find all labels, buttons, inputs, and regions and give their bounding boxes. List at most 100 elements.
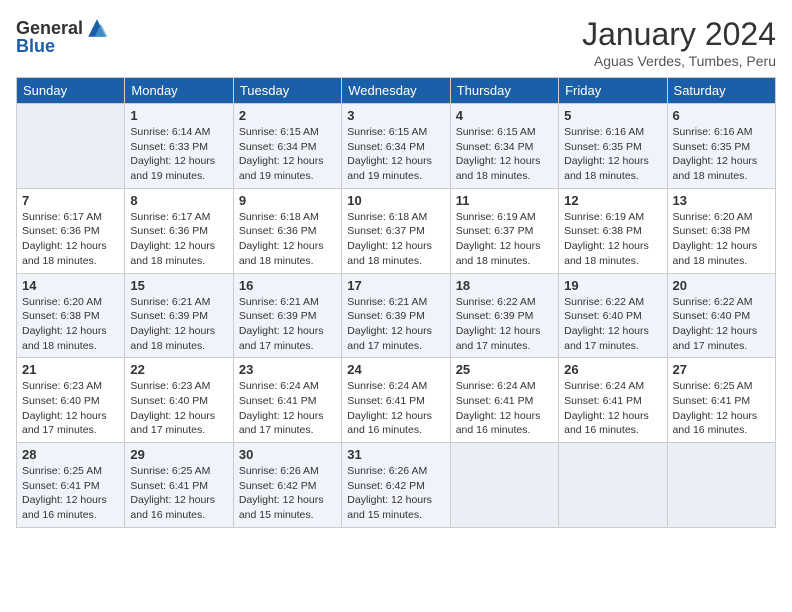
calendar-cell: 30Sunrise: 6:26 AM Sunset: 6:42 PM Dayli…	[233, 443, 341, 528]
weekday-header-friday: Friday	[559, 78, 667, 104]
day-info: Sunrise: 6:22 AM Sunset: 6:40 PM Dayligh…	[673, 295, 770, 354]
day-info: Sunrise: 6:25 AM Sunset: 6:41 PM Dayligh…	[673, 379, 770, 438]
day-info: Sunrise: 6:25 AM Sunset: 6:41 PM Dayligh…	[22, 464, 119, 523]
logo-blue-text: Blue	[16, 36, 55, 57]
day-info: Sunrise: 6:22 AM Sunset: 6:40 PM Dayligh…	[564, 295, 661, 354]
day-number: 24	[347, 362, 444, 377]
day-info: Sunrise: 6:26 AM Sunset: 6:42 PM Dayligh…	[239, 464, 336, 523]
calendar-cell	[559, 443, 667, 528]
day-number: 18	[456, 278, 553, 293]
calendar-cell: 22 Sunrise: 6:23 AM Sunset: 6:40 PM Dayli…	[125, 358, 233, 443]
day-number: 16	[239, 278, 336, 293]
day-info: Sunrise: 6:24 AM Sunset: 6:41 PM Dayligh…	[239, 379, 336, 438]
calendar-cell: 1 Sunrise: 6:14 AM Sunset: 6:33 PM Daylig…	[125, 104, 233, 189]
calendar-week-row: 28 Sunrise: 6:25 AM Sunset: 6:41 PM Dayli…	[17, 443, 776, 528]
calendar-cell: 27 Sunrise: 6:25 AM Sunset: 6:41 PM Dayli…	[667, 358, 775, 443]
day-number: 1	[130, 108, 227, 123]
calendar-cell: 4 Sunrise: 6:15 AM Sunset: 6:34 PM Daylig…	[450, 104, 558, 189]
calendar-cell: 8Sunrise: 6:17 AM Sunset: 6:36 PM Daylig…	[125, 188, 233, 273]
calendar-cell: 2 Sunrise: 6:15 AM Sunset: 6:34 PM Daylig…	[233, 104, 341, 189]
weekday-header-saturday: Saturday	[667, 78, 775, 104]
day-number: 26	[564, 362, 661, 377]
calendar-cell: 17Sunrise: 6:21 AM Sunset: 6:39 PM Dayli…	[342, 273, 450, 358]
day-number: 28	[22, 447, 119, 462]
day-info: Sunrise: 6:17 AM Sunset: 6:36 PM Dayligh…	[130, 210, 227, 269]
calendar-week-row: 1 Sunrise: 6:14 AM Sunset: 6:33 PM Daylig…	[17, 104, 776, 189]
calendar-cell: 9 Sunrise: 6:18 AM Sunset: 6:36 PM Daylig…	[233, 188, 341, 273]
calendar-week-row: 7 Sunrise: 6:17 AM Sunset: 6:36 PM Daylig…	[17, 188, 776, 273]
page-header: General Blue January 2024 Aguas Verdes, …	[16, 16, 776, 69]
calendar-week-row: 21 Sunrise: 6:23 AM Sunset: 6:40 PM Dayli…	[17, 358, 776, 443]
calendar-cell: 10Sunrise: 6:18 AM Sunset: 6:37 PM Dayli…	[342, 188, 450, 273]
day-info: Sunrise: 6:22 AM Sunset: 6:39 PM Dayligh…	[456, 295, 553, 354]
logo: General Blue	[16, 16, 109, 57]
calendar-cell: 18 Sunrise: 6:22 AM Sunset: 6:39 PM Dayli…	[450, 273, 558, 358]
day-number: 6	[673, 108, 770, 123]
calendar-cell: 23Sunrise: 6:24 AM Sunset: 6:41 PM Dayli…	[233, 358, 341, 443]
day-info: Sunrise: 6:19 AM Sunset: 6:38 PM Dayligh…	[564, 210, 661, 269]
day-number: 15	[130, 278, 227, 293]
day-number: 2	[239, 108, 336, 123]
day-info: Sunrise: 6:18 AM Sunset: 6:37 PM Dayligh…	[347, 210, 444, 269]
calendar-cell: 29Sunrise: 6:25 AM Sunset: 6:41 PM Dayli…	[125, 443, 233, 528]
calendar-week-row: 14 Sunrise: 6:20 AM Sunset: 6:38 PM Dayli…	[17, 273, 776, 358]
day-number: 27	[673, 362, 770, 377]
day-number: 7	[22, 193, 119, 208]
day-number: 25	[456, 362, 553, 377]
day-info: Sunrise: 6:26 AM Sunset: 6:42 PM Dayligh…	[347, 464, 444, 523]
day-number: 20	[673, 278, 770, 293]
day-number: 3	[347, 108, 444, 123]
day-number: 31	[347, 447, 444, 462]
calendar-cell: 7Sunrise: 6:17 AM Sunset: 6:36 PM Daylig…	[17, 188, 125, 273]
calendar-cell	[667, 443, 775, 528]
calendar-cell: 13Sunrise: 6:20 AM Sunset: 6:38 PM Dayli…	[667, 188, 775, 273]
day-info: Sunrise: 6:23 AM Sunset: 6:40 PM Dayligh…	[130, 379, 227, 438]
day-info: Sunrise: 6:23 AM Sunset: 6:40 PM Dayligh…	[22, 379, 119, 438]
weekday-header-tuesday: Tuesday	[233, 78, 341, 104]
calendar-cell: 16Sunrise: 6:21 AM Sunset: 6:39 PM Dayli…	[233, 273, 341, 358]
calendar-cell: 20 Sunrise: 6:22 AM Sunset: 6:40 PM Dayli…	[667, 273, 775, 358]
calendar-cell: 12 Sunrise: 6:19 AM Sunset: 6:38 PM Dayli…	[559, 188, 667, 273]
day-number: 17	[347, 278, 444, 293]
day-info: Sunrise: 6:20 AM Sunset: 6:38 PM Dayligh…	[673, 210, 770, 269]
calendar-cell: 5Sunrise: 6:16 AM Sunset: 6:35 PM Daylig…	[559, 104, 667, 189]
calendar-cell: 21 Sunrise: 6:23 AM Sunset: 6:40 PM Dayli…	[17, 358, 125, 443]
calendar-cell: 6 Sunrise: 6:16 AM Sunset: 6:35 PM Daylig…	[667, 104, 775, 189]
day-number: 9	[239, 193, 336, 208]
month-title: January 2024	[582, 16, 776, 53]
day-number: 14	[22, 278, 119, 293]
calendar-cell: 14 Sunrise: 6:20 AM Sunset: 6:38 PM Dayli…	[17, 273, 125, 358]
day-info: Sunrise: 6:20 AM Sunset: 6:38 PM Dayligh…	[22, 295, 119, 354]
calendar-cell: 28 Sunrise: 6:25 AM Sunset: 6:41 PM Dayli…	[17, 443, 125, 528]
calendar-cell	[17, 104, 125, 189]
day-info: Sunrise: 6:18 AM Sunset: 6:36 PM Dayligh…	[239, 210, 336, 269]
title-area: January 2024 Aguas Verdes, Tumbes, Peru	[582, 16, 776, 69]
calendar-cell	[450, 443, 558, 528]
day-info: Sunrise: 6:15 AM Sunset: 6:34 PM Dayligh…	[239, 125, 336, 184]
calendar-cell: 19Sunrise: 6:22 AM Sunset: 6:40 PM Dayli…	[559, 273, 667, 358]
day-info: Sunrise: 6:24 AM Sunset: 6:41 PM Dayligh…	[347, 379, 444, 438]
day-info: Sunrise: 6:15 AM Sunset: 6:34 PM Dayligh…	[347, 125, 444, 184]
day-info: Sunrise: 6:24 AM Sunset: 6:41 PM Dayligh…	[564, 379, 661, 438]
calendar-cell: 26 Sunrise: 6:24 AM Sunset: 6:41 PM Dayli…	[559, 358, 667, 443]
day-number: 4	[456, 108, 553, 123]
day-number: 29	[130, 447, 227, 462]
calendar-cell: 24 Sunrise: 6:24 AM Sunset: 6:41 PM Dayli…	[342, 358, 450, 443]
day-number: 11	[456, 193, 553, 208]
calendar-cell: 25 Sunrise: 6:24 AM Sunset: 6:41 PM Dayli…	[450, 358, 558, 443]
day-info: Sunrise: 6:16 AM Sunset: 6:35 PM Dayligh…	[564, 125, 661, 184]
location-subtitle: Aguas Verdes, Tumbes, Peru	[582, 53, 776, 69]
day-info: Sunrise: 6:24 AM Sunset: 6:41 PM Dayligh…	[456, 379, 553, 438]
logo-icon	[85, 16, 109, 40]
day-number: 12	[564, 193, 661, 208]
day-number: 21	[22, 362, 119, 377]
calendar-cell: 15Sunrise: 6:21 AM Sunset: 6:39 PM Dayli…	[125, 273, 233, 358]
day-info: Sunrise: 6:19 AM Sunset: 6:37 PM Dayligh…	[456, 210, 553, 269]
weekday-header-row: SundayMondayTuesdayWednesdayThursdayFrid…	[17, 78, 776, 104]
day-number: 22	[130, 362, 227, 377]
day-info: Sunrise: 6:14 AM Sunset: 6:33 PM Dayligh…	[130, 125, 227, 184]
calendar-cell: 31 Sunrise: 6:26 AM Sunset: 6:42 PM Dayli…	[342, 443, 450, 528]
day-info: Sunrise: 6:15 AM Sunset: 6:34 PM Dayligh…	[456, 125, 553, 184]
calendar-cell: 11 Sunrise: 6:19 AM Sunset: 6:37 PM Dayli…	[450, 188, 558, 273]
day-info: Sunrise: 6:16 AM Sunset: 6:35 PM Dayligh…	[673, 125, 770, 184]
